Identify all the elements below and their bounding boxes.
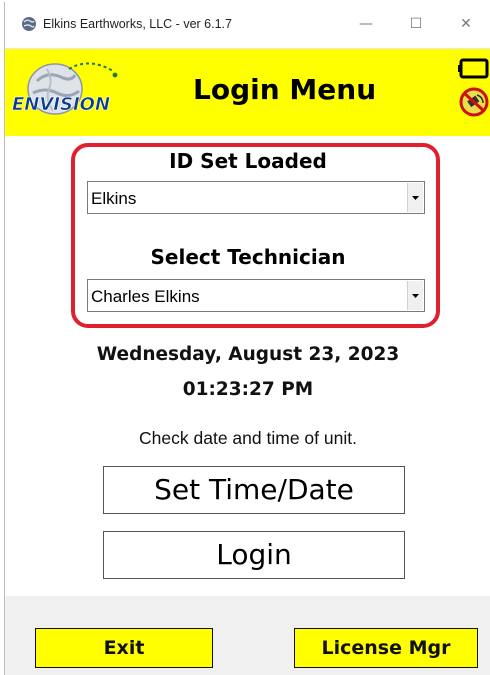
current-time: 01:23:27 PM [182,379,314,400]
envision-logo: ENVISION [12,62,118,115]
id-set-value: Elkins [91,189,137,208]
current-date: Wednesday, August 23, 2023 [96,344,400,365]
login-content: ID Set Loaded Elkins Select Technician C… [5,136,490,596]
chevron-down-icon [412,196,419,200]
datetime-hint: Check date and time of unit. [139,428,357,448]
id-set-dropdown[interactable]: Elkins [87,181,425,214]
logo-text: ENVISION [12,94,110,115]
header-bar: ENVISION Login Menu [5,49,490,136]
license-mgr-button[interactable]: License Mgr [294,628,478,668]
dropdown-arrow[interactable] [407,281,423,310]
window-title: Elkins Earthworks, LLC - ver 6.1.7 [43,17,232,31]
exit-button[interactable]: Exit [35,628,213,668]
technician-value: Charles Elkins [91,287,200,306]
login-button[interactable]: Login [103,531,405,579]
app-globe-icon [22,17,36,31]
technician-label: Select Technician [150,245,346,269]
satellite-disabled-icon [459,87,489,117]
set-time-date-button[interactable]: Set Time/Date [103,466,405,514]
app-window: Elkins Earthworks, LLC - ver 6.1.7 — ☐ ✕… [4,2,490,675]
id-set-label: ID Set Loaded [169,149,327,173]
technician-dropdown[interactable]: Charles Elkins [87,279,425,312]
close-button[interactable]: ✕ [453,12,479,36]
battery-icon [458,58,489,79]
minimize-button[interactable]: — [353,12,379,36]
title-bar: Elkins Earthworks, LLC - ver 6.1.7 — ☐ ✕ [5,2,490,49]
maximize-button[interactable]: ☐ [403,12,429,36]
chevron-down-icon [412,294,419,298]
dropdown-arrow[interactable] [407,183,423,212]
page-title: Login Menu [193,73,377,106]
